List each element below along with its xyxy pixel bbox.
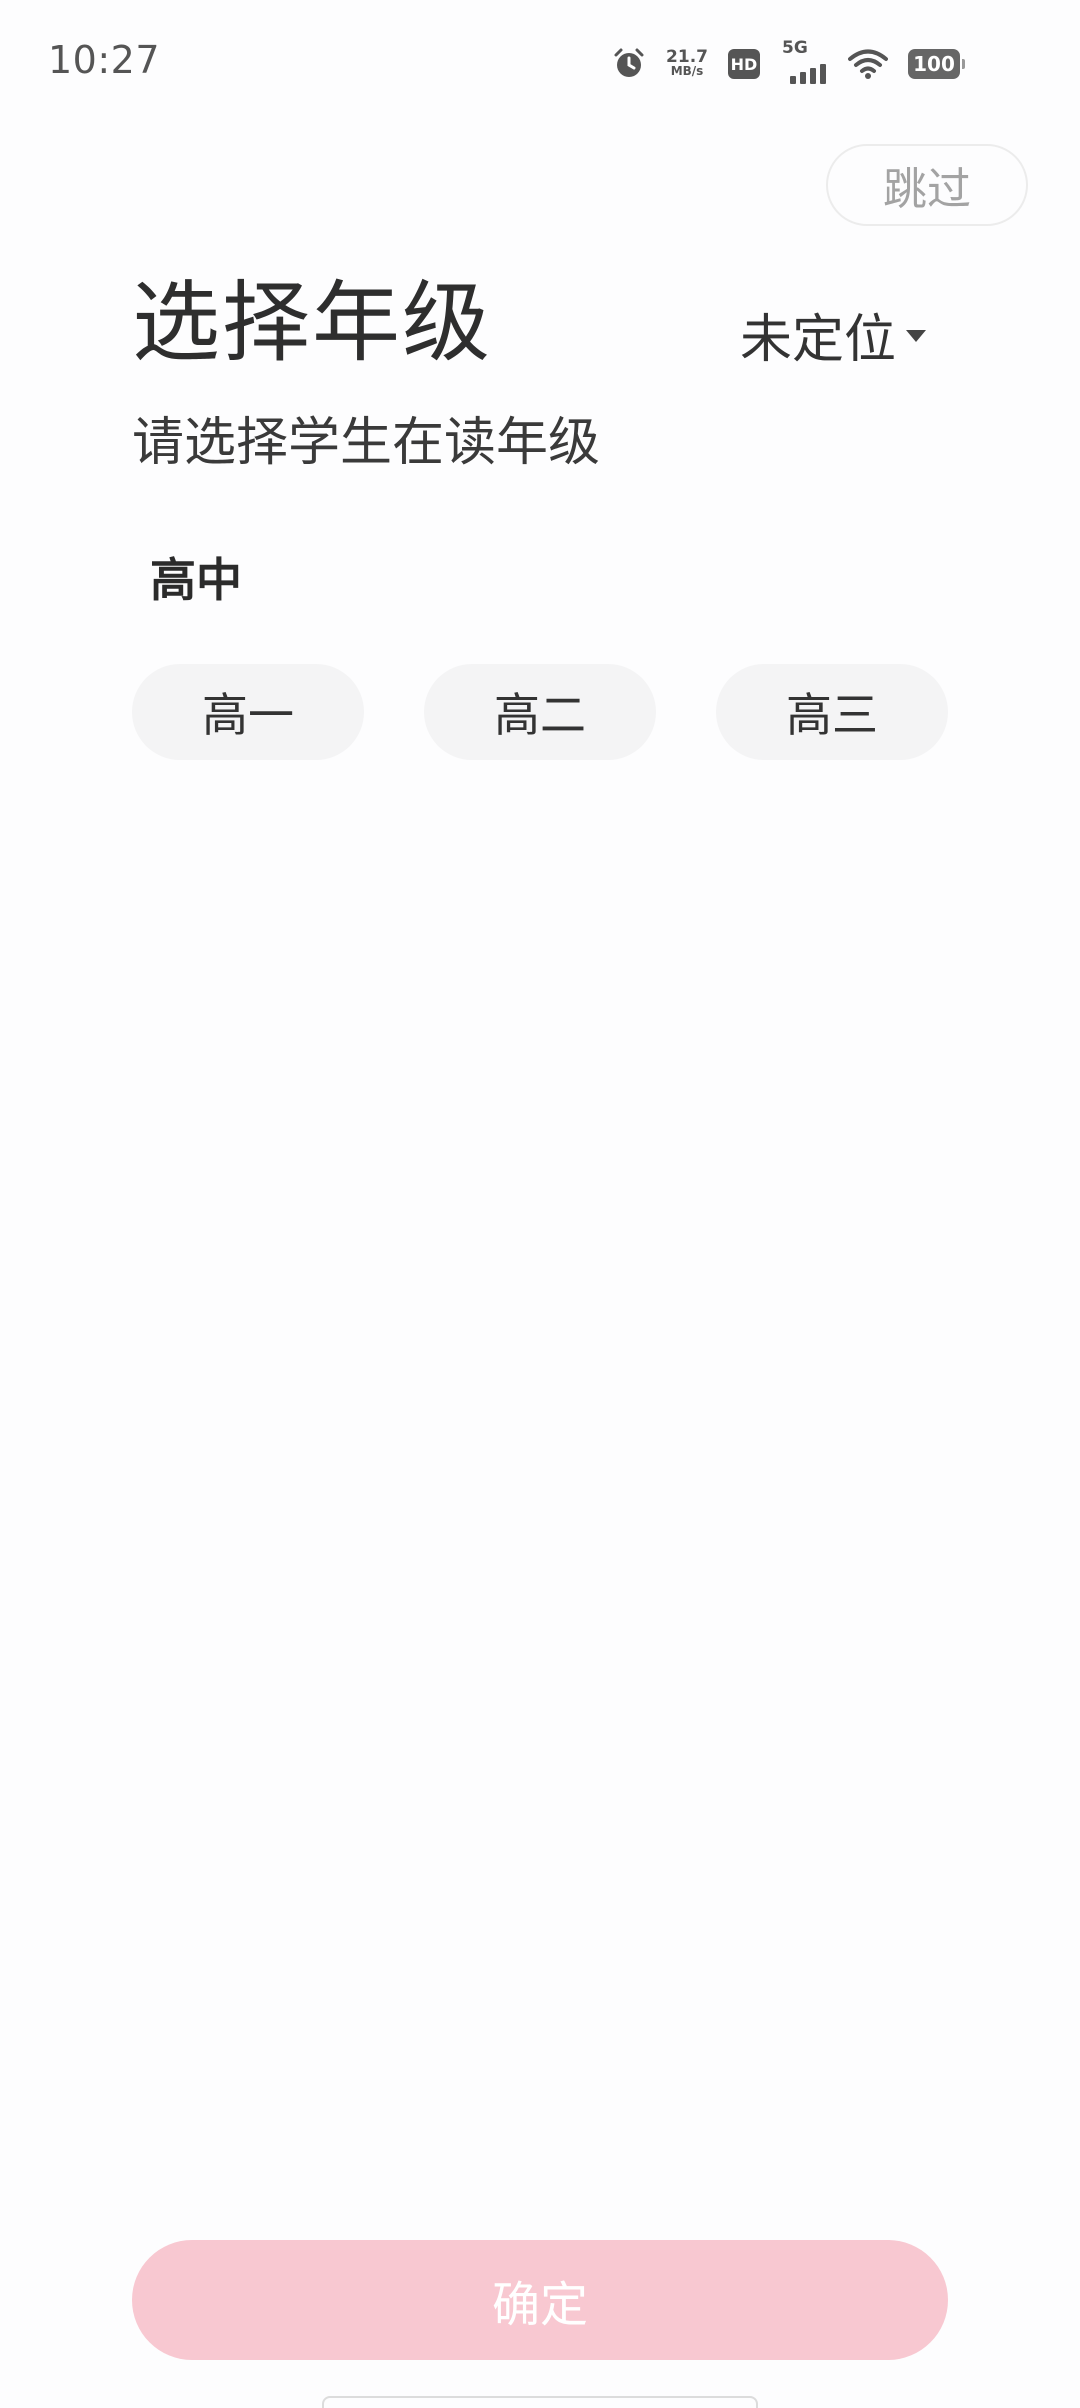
status-time: 10:27 — [48, 38, 161, 82]
grade-option-2[interactable]: 高二 — [424, 664, 656, 760]
section-title-high-school: 高中 — [150, 553, 242, 607]
skip-button[interactable]: 跳过 — [826, 144, 1028, 226]
page-subtitle: 请选择学生在读年级 — [132, 413, 601, 473]
home-indicator[interactable] — [322, 2396, 758, 2408]
network-speed-value: 21.7 — [666, 47, 708, 67]
cellular-signal: 5G — [780, 38, 828, 84]
confirm-button[interactable]: 确定 — [132, 2240, 948, 2360]
grade-option-3[interactable]: 高三 — [716, 664, 948, 760]
grade-selection-screen: 10:27 21.7 MB/s HD 5G 100 跳过 选择年级 未定位 请选… — [0, 0, 1080, 2408]
signal-icon — [790, 64, 828, 84]
location-dropdown[interactable]: 未定位 — [740, 296, 927, 372]
hd-icon: HD — [728, 49, 760, 79]
alarm-icon — [612, 47, 646, 81]
wifi-icon — [848, 48, 888, 80]
battery-icon: 100 — [908, 49, 965, 79]
grade-options: 高一 高二 高三 — [132, 664, 948, 760]
network-type-label: 5G — [782, 38, 808, 58]
location-label: 未定位 — [740, 309, 897, 370]
page-title: 选择年级 — [132, 271, 493, 374]
status-icons: 21.7 MB/s HD 5G 100 — [612, 38, 965, 88]
status-bar: 10:27 21.7 MB/s HD 5G 100 — [0, 0, 1080, 126]
grade-option-1[interactable]: 高一 — [132, 664, 364, 760]
network-speed-unit: MB/s — [670, 64, 704, 78]
caret-down-icon — [906, 330, 927, 342]
network-speed: 21.7 MB/s — [666, 47, 708, 79]
